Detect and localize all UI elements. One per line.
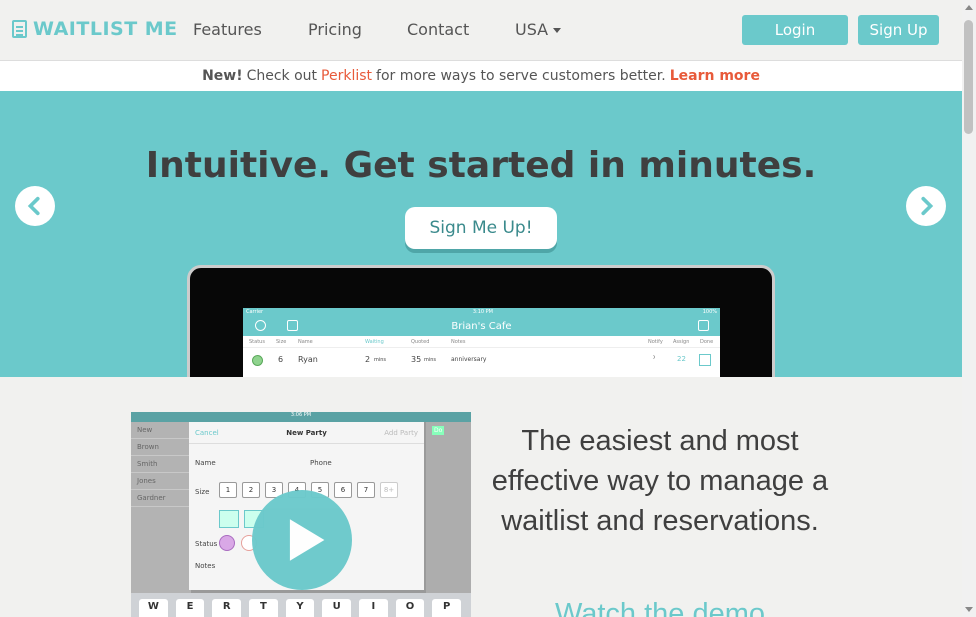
- size-option: 2: [242, 482, 260, 498]
- app-carrier: Carrier: [246, 309, 264, 315]
- nav-link-pricing[interactable]: Pricing: [308, 20, 362, 39]
- logo[interactable]: WAITLIST ME: [12, 18, 178, 40]
- row-notes: anniversary: [451, 356, 487, 363]
- app-time: 3:10 PM: [472, 309, 493, 315]
- announcement-bar: New! Check out Perklist for more ways to…: [0, 61, 962, 91]
- video-size-label: Size: [195, 488, 210, 496]
- key: P: [432, 599, 462, 617]
- done-checkbox: [699, 354, 711, 366]
- col-waiting: Waiting: [365, 338, 384, 345]
- video-sidebar-item: Jones: [131, 473, 191, 490]
- key: Y: [285, 599, 315, 617]
- chevron-down-icon: [553, 28, 562, 33]
- col-name: Name: [298, 338, 313, 345]
- add-icon: [698, 320, 709, 331]
- perklist-link[interactable]: Perklist: [321, 68, 372, 84]
- watch-demo-link[interactable]: Watch the demo: [490, 598, 830, 617]
- play-icon: [289, 519, 325, 561]
- party-type-icon: [219, 510, 239, 528]
- app-header: Carrier 3:10 PM 100% Brian's Cafe: [243, 308, 720, 336]
- row-assign: 22: [677, 355, 686, 363]
- video-status-label: Status: [195, 540, 218, 548]
- status-dot: [252, 355, 263, 366]
- video-name-label: Name: [195, 459, 216, 467]
- carousel-next-button[interactable]: [906, 186, 946, 226]
- col-size: Size: [276, 338, 287, 345]
- row-quoted: 35: [411, 355, 422, 364]
- key: W: [139, 599, 168, 617]
- app-screenshot: Carrier 3:10 PM 100% Brian's Cafe Status…: [243, 308, 720, 377]
- app-column-headers: Status Size Name Waiting Quoted Notes No…: [243, 336, 720, 348]
- size-option: 6: [334, 482, 352, 498]
- status-option-dot: [219, 535, 235, 551]
- row-waiting-unit: mins: [374, 357, 387, 363]
- page-scrollbar[interactable]: [962, 0, 976, 617]
- video-keyboard: W E R T Y U I O P: [131, 593, 471, 617]
- learn-more-link[interactable]: Learn more: [670, 68, 760, 84]
- video-phone-label: Phone: [310, 459, 332, 467]
- key: I: [359, 599, 388, 617]
- play-button[interactable]: [252, 490, 352, 590]
- country-label: USA: [515, 20, 549, 39]
- col-notify: Notify: [648, 338, 663, 345]
- clipboard-icon: [12, 20, 27, 38]
- key: R: [212, 599, 242, 617]
- video-add-party: Add Party: [384, 429, 418, 437]
- row-size: 6: [278, 355, 284, 364]
- video-sidebar-item: Gardner: [131, 490, 191, 507]
- nav-link-features[interactable]: Features: [193, 20, 262, 39]
- app-table-row: 6 Ryan 2 mins 35 mins anniversary ⁾ 22: [243, 348, 720, 372]
- size-option: 7: [357, 482, 375, 498]
- video-sidebar-item: New: [131, 422, 191, 439]
- app-title: Brian's Cafe: [451, 321, 512, 332]
- col-quoted: Quoted: [411, 338, 430, 345]
- video-status-bar: 3:06 PM: [131, 412, 471, 422]
- nav-link-contact[interactable]: Contact: [407, 20, 469, 39]
- col-status: Status: [249, 338, 265, 345]
- scroll-up-icon[interactable]: [965, 5, 973, 10]
- app-battery: 100%: [702, 309, 717, 315]
- row-quoted-unit: mins: [424, 357, 437, 363]
- scrollbar-thumb[interactable]: [964, 20, 973, 134]
- notify-icon: ⁾: [653, 354, 655, 363]
- scroll-down-icon[interactable]: [965, 607, 973, 612]
- app-status-bar: Carrier 3:10 PM 100%: [246, 309, 717, 315]
- country-dropdown[interactable]: USA: [515, 20, 562, 39]
- col-notes: Notes: [451, 338, 466, 345]
- video-done: Do: [432, 426, 445, 435]
- video-modal-header: Cancel New Party Add Party: [189, 422, 424, 444]
- chevron-right-icon: [921, 196, 934, 216]
- video-right-panel: Do: [426, 422, 471, 617]
- video-sidebar-item: Brown: [131, 439, 191, 456]
- signup-button[interactable]: Sign Up: [858, 15, 939, 45]
- announce-new: New!: [202, 68, 243, 84]
- key: O: [395, 599, 425, 617]
- announce-rest: for more ways to serve customers better.: [376, 68, 666, 84]
- row-name: Ryan: [298, 355, 318, 364]
- video-notes-label: Notes: [195, 562, 216, 570]
- key: U: [322, 599, 352, 617]
- carousel-prev-button[interactable]: [15, 186, 55, 226]
- size-option: 8+: [380, 482, 398, 498]
- hero-title: Intuitive. Get started in minutes.: [145, 145, 817, 186]
- key: T: [249, 599, 278, 617]
- video-sidebar: New Brown Smith Jones Gardner: [131, 422, 191, 617]
- logo-text: WAITLIST ME: [33, 18, 178, 40]
- col-assign: Assign: [673, 338, 690, 345]
- sign-me-up-button[interactable]: Sign Me Up!: [405, 207, 557, 249]
- size-option: 1: [219, 482, 237, 498]
- tablet-mockup: Carrier 3:10 PM 100% Brian's Cafe Status…: [187, 265, 775, 377]
- video-sidebar-item: Smith: [131, 456, 191, 473]
- col-done: Done: [700, 338, 714, 345]
- key: E: [175, 599, 205, 617]
- chevron-left-icon: [27, 196, 40, 216]
- announce-checkout: Check out: [246, 68, 318, 84]
- row-waiting: 2: [365, 355, 371, 364]
- tagline: The easiest and most effective way to ma…: [491, 425, 829, 537]
- top-navbar: WAITLIST ME Features Pricing Contact USA…: [0, 0, 962, 61]
- hero-carousel: Intuitive. Get started in minutes. Sign …: [0, 91, 962, 377]
- login-button[interactable]: Login: [742, 15, 848, 45]
